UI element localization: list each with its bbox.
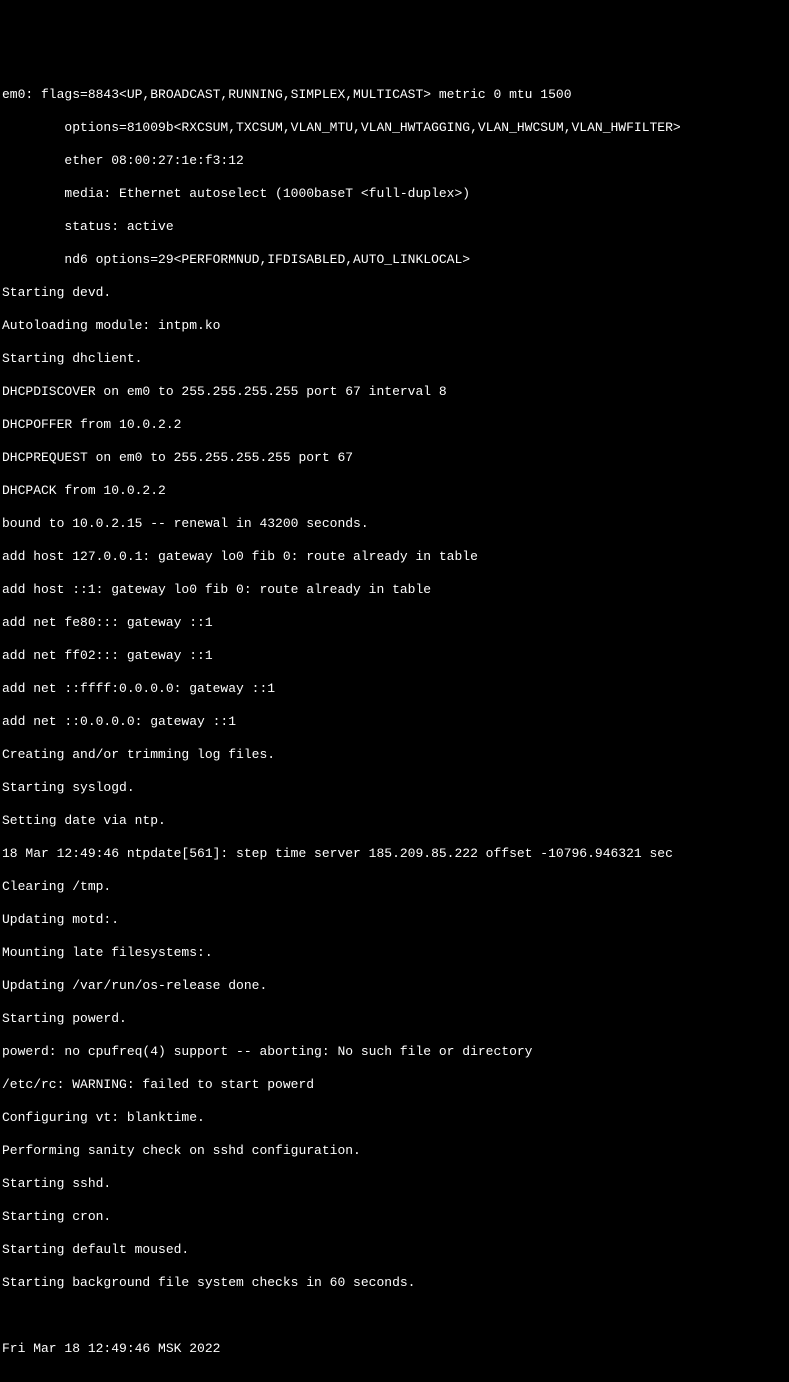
- boot-line: add net ff02::: gateway ::1: [2, 648, 787, 665]
- boot-line: Performing sanity check on sshd configur…: [2, 1143, 787, 1160]
- boot-line: Updating motd:.: [2, 912, 787, 929]
- boot-line: status: active: [2, 219, 787, 236]
- boot-line: Starting syslogd.: [2, 780, 787, 797]
- blank-line: [2, 1308, 787, 1325]
- boot-line: add net ::0.0.0.0: gateway ::1: [2, 714, 787, 731]
- boot-line: DHCPOFFER from 10.0.2.2: [2, 417, 787, 434]
- boot-line: Creating and/or trimming log files.: [2, 747, 787, 764]
- boot-line: Mounting late filesystems:.: [2, 945, 787, 962]
- boot-line: media: Ethernet autoselect (1000baseT <f…: [2, 186, 787, 203]
- boot-line: Starting default moused.: [2, 1242, 787, 1259]
- terminal-output: em0: flags=8843<UP,BROADCAST,RUNNING,SIM…: [2, 70, 787, 1382]
- boot-line: Starting powerd.: [2, 1011, 787, 1028]
- boot-line: 18 Mar 12:49:46 ntpdate[561]: step time …: [2, 846, 787, 863]
- boot-line: bound to 10.0.2.15 -- renewal in 43200 s…: [2, 516, 787, 533]
- boot-line: /etc/rc: WARNING: failed to start powerd: [2, 1077, 787, 1094]
- boot-line: Starting cron.: [2, 1209, 787, 1226]
- boot-line: Setting date via ntp.: [2, 813, 787, 830]
- boot-line: em0: flags=8843<UP,BROADCAST,RUNNING,SIM…: [2, 87, 787, 104]
- boot-line: powerd: no cpufreq(4) support -- abortin…: [2, 1044, 787, 1061]
- boot-line: ether 08:00:27:1e:f3:12: [2, 153, 787, 170]
- boot-line: Starting background file system checks i…: [2, 1275, 787, 1292]
- boot-line: Updating /var/run/os-release done.: [2, 978, 787, 995]
- boot-line: DHCPREQUEST on em0 to 255.255.255.255 po…: [2, 450, 787, 467]
- blank-line: [2, 1374, 787, 1382]
- boot-line: add net fe80::: gateway ::1: [2, 615, 787, 632]
- boot-line: options=81009b<RXCSUM,TXCSUM,VLAN_MTU,VL…: [2, 120, 787, 137]
- boot-line: add host 127.0.0.1: gateway lo0 fib 0: r…: [2, 549, 787, 566]
- boot-line: Starting dhclient.: [2, 351, 787, 368]
- boot-line: Clearing /tmp.: [2, 879, 787, 896]
- boot-line: add host ::1: gateway lo0 fib 0: route a…: [2, 582, 787, 599]
- boot-line: nd6 options=29<PERFORMNUD,IFDISABLED,AUT…: [2, 252, 787, 269]
- boot-line: Configuring vt: blanktime.: [2, 1110, 787, 1127]
- boot-line: Starting devd.: [2, 285, 787, 302]
- boot-line: Autoloading module: intpm.ko: [2, 318, 787, 335]
- boot-line: add net ::ffff:0.0.0.0: gateway ::1: [2, 681, 787, 698]
- date-line: Fri Mar 18 12:49:46 MSK 2022: [2, 1341, 787, 1358]
- boot-line: DHCPACK from 10.0.2.2: [2, 483, 787, 500]
- boot-line: DHCPDISCOVER on em0 to 255.255.255.255 p…: [2, 384, 787, 401]
- boot-line: Starting sshd.: [2, 1176, 787, 1193]
